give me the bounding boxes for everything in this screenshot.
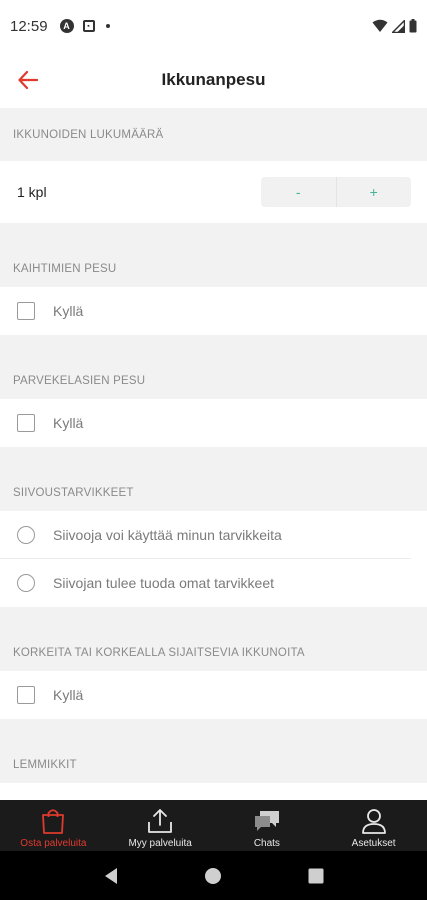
supplies-radio-bring[interactable] — [17, 574, 35, 592]
blinds-checkbox[interactable] — [17, 302, 35, 320]
decrement-button[interactable]: - — [261, 177, 336, 207]
nav-label-sell-services: Myy palveluita — [128, 838, 192, 849]
balcony-option-label: Kyllä — [53, 415, 84, 431]
system-recents-button[interactable] — [304, 864, 328, 888]
supplies-radio-own[interactable] — [17, 525, 35, 544]
system-back-button[interactable] — [99, 864, 123, 888]
page-title: Ikkunanpesu — [161, 70, 266, 89]
arrow-left-icon — [18, 71, 38, 89]
wifi-icon — [372, 19, 388, 32]
section-label-pets: LEMMIKKIT — [0, 719, 427, 783]
blinds-option[interactable]: Kyllä — [0, 287, 427, 335]
section-label-supplies: SIIVOUSTARVIKKEET — [0, 447, 427, 511]
quantity-stepper[interactable]: - + — [261, 177, 411, 207]
shopping-bag-icon — [39, 807, 67, 835]
triangle-back-icon — [105, 867, 118, 884]
high-windows-card: Kyllä — [0, 671, 427, 719]
status-right — [372, 19, 417, 33]
user-icon — [360, 807, 388, 835]
high-windows-option-label: Kyllä — [53, 687, 84, 703]
circle-home-icon — [205, 867, 222, 884]
status-time: 12:59 — [10, 17, 48, 35]
section-label-window-count: IKKUNOIDEN LUKUMÄÄRÄ — [0, 108, 427, 161]
upload-icon — [146, 807, 174, 835]
app-header: Ikkunanpesu — [0, 52, 427, 108]
nav-item-sell-services[interactable]: Myy palveluita — [107, 800, 214, 851]
section-label-blinds: KAIHTIMIEN PESU — [0, 223, 427, 287]
nav-label-settings: Asetukset — [351, 838, 396, 849]
quantity-row: 1 kpl - + — [0, 161, 427, 223]
nav-item-chats[interactable]: Chats — [214, 800, 321, 851]
bottom-nav: Osta palveluita Myy palveluita Chats Ase… — [0, 800, 427, 851]
system-home-button[interactable] — [201, 864, 225, 888]
system-nav — [0, 851, 427, 900]
blinds-card: Kyllä — [0, 287, 427, 335]
high-windows-option[interactable]: Kyllä — [0, 671, 427, 719]
app-a-icon: A — [59, 19, 74, 33]
form-content[interactable]: IKKUNOIDEN LUKUMÄÄRÄ 1 kpl - + KAIHTIMIE… — [0, 108, 427, 800]
balcony-option[interactable]: Kyllä — [0, 399, 427, 447]
chat-bubbles-icon — [253, 807, 281, 835]
high-windows-checkbox[interactable] — [17, 686, 35, 704]
supplies-option-own-label: Siivooja voi käyttää minun tarvikkeita — [53, 526, 282, 543]
section-label-balcony: PARVEKELASIEN PESU — [0, 335, 427, 399]
status-bar: 12:59 A ▪ — [0, 0, 427, 52]
nav-label-buy-services: Osta palveluita — [20, 838, 87, 849]
back-button[interactable] — [14, 66, 42, 94]
signal-icon — [392, 19, 405, 33]
pets-card — [0, 783, 427, 800]
square-recents-icon — [308, 868, 324, 883]
quantity-value: 1 kpl — [17, 184, 47, 200]
balcony-card: Kyllä — [0, 399, 427, 447]
nav-item-settings[interactable]: Asetukset — [320, 800, 427, 851]
supplies-card: Siivooja voi käyttää minun tarvikkeita S… — [0, 511, 427, 607]
window-count-card: 1 kpl - + — [0, 161, 427, 223]
app-b-icon: ▪ — [82, 20, 95, 32]
dot-icon — [105, 24, 110, 28]
increment-button[interactable]: + — [335, 177, 412, 207]
supplies-option-bring-label: Siivojan tulee tuoda omat tarvikkeet — [53, 575, 275, 591]
nav-label-chats: Chats — [253, 838, 280, 849]
balcony-checkbox[interactable] — [17, 414, 35, 432]
battery-icon — [409, 19, 417, 33]
nav-item-buy-services[interactable]: Osta palveluita — [0, 800, 107, 851]
section-label-high-windows: KORKEITA TAI KORKEALLA SIJAITSEVIA IKKUN… — [0, 607, 427, 671]
supplies-option-own[interactable]: Siivooja voi käyttää minun tarvikkeita — [0, 511, 411, 559]
blinds-option-label: Kyllä — [53, 303, 84, 319]
supplies-option-bring[interactable]: Siivojan tulee tuoda omat tarvikkeet — [0, 559, 427, 607]
